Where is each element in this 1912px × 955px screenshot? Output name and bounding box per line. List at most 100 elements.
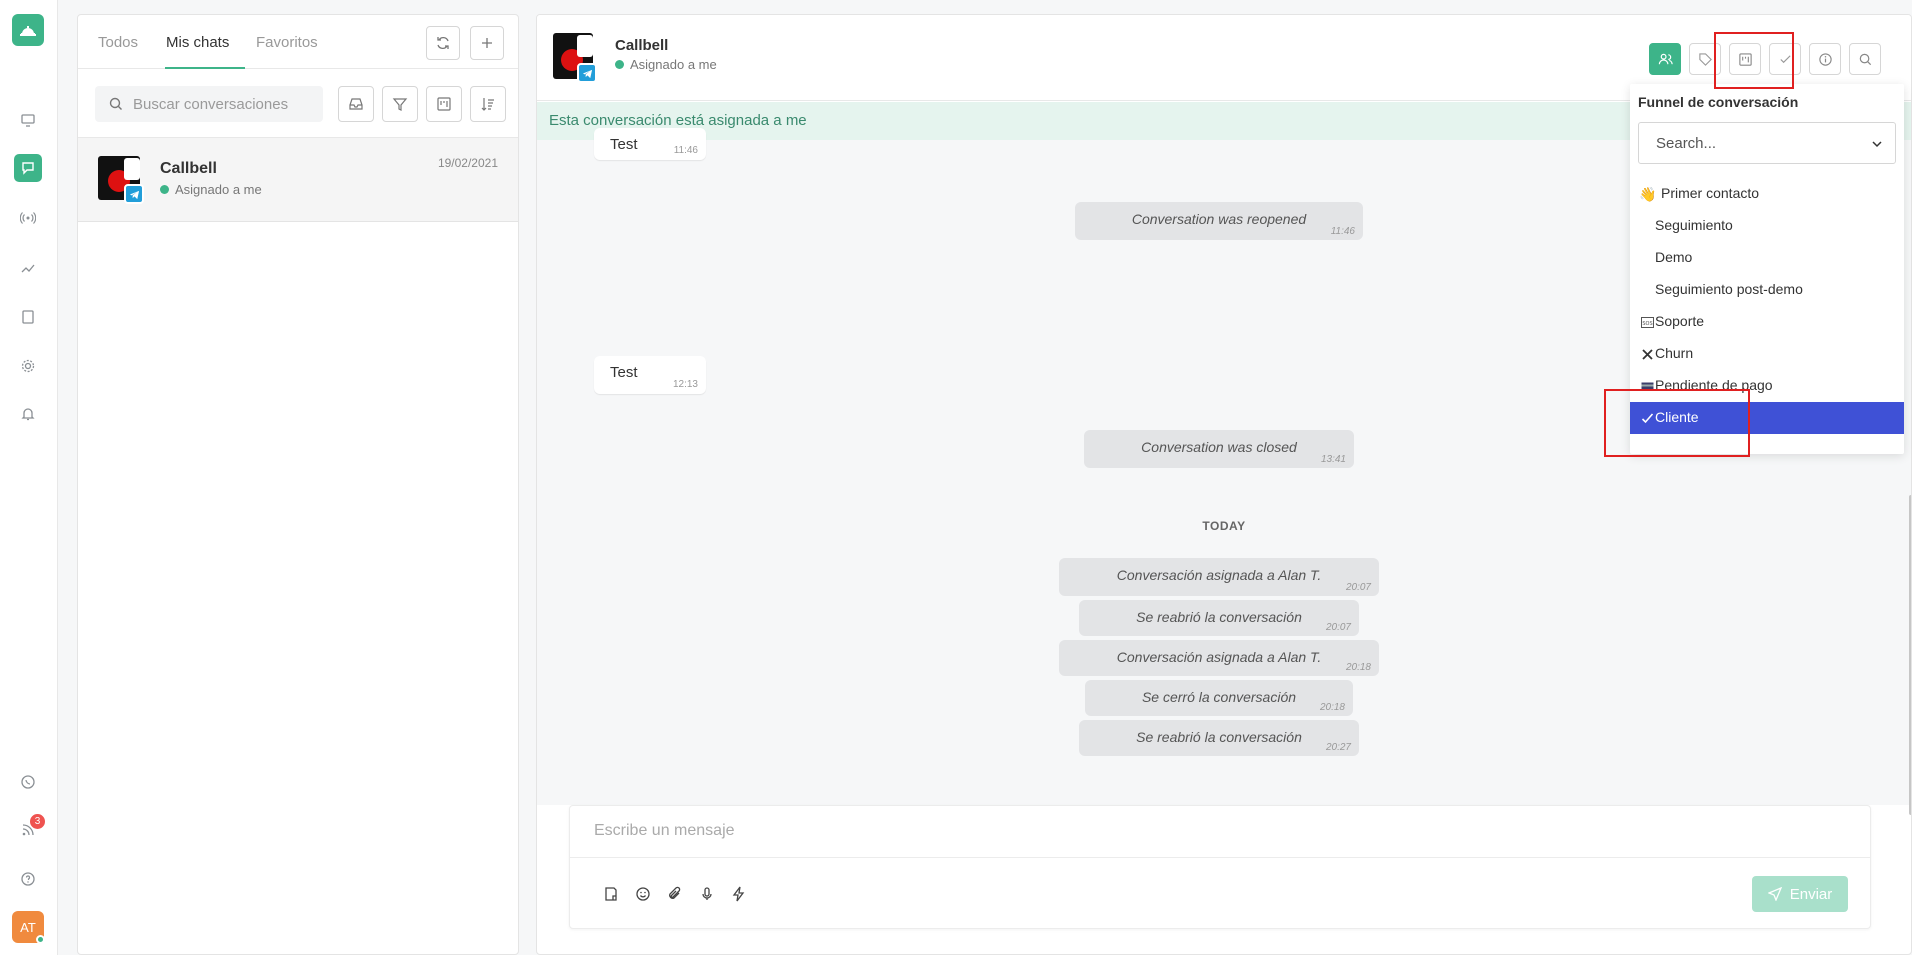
inbox-filter-button[interactable]: [338, 86, 374, 122]
funnel-item-label: Pendiente de pago: [1655, 377, 1773, 393]
nav-whatsapp-icon[interactable]: [14, 768, 42, 796]
system-message-text: Conversation was closed: [1141, 439, 1297, 455]
message-time: 11:46: [673, 145, 698, 156]
svg-text:SOS: SOS: [1642, 321, 1652, 327]
incoming-message: Test 11:46: [594, 128, 706, 160]
chat-tabs: Todos Mis chats Favoritos: [78, 15, 518, 69]
refresh-icon: [437, 36, 449, 50]
funnel-search-placeholder: Search...: [1656, 135, 1717, 152]
system-message: Se reabrió la conversación 20:07: [1079, 600, 1359, 636]
info-icon: [1818, 52, 1832, 66]
note-icon[interactable]: [602, 885, 620, 903]
nav-chats-icon[interactable]: [14, 154, 42, 182]
chat-list-panel: Todos Mis chats Favoritos Callbell: [77, 14, 519, 955]
funnel-item-soporte[interactable]: SOS Soporte: [1630, 306, 1904, 338]
telegram-icon: [124, 184, 144, 204]
info-button[interactable]: [1809, 43, 1841, 75]
nav-settings-icon[interactable]: [14, 352, 42, 380]
nav-book-icon[interactable]: [14, 303, 42, 331]
tab-favoritos[interactable]: Favoritos: [256, 34, 318, 51]
header-avatar: [553, 33, 603, 83]
header-status: Asignado a me: [615, 57, 717, 72]
funnel-filter-button[interactable]: [426, 86, 462, 122]
system-message-text: Se cerró la conversación: [1141, 689, 1297, 705]
app-logo[interactable]: [12, 14, 44, 46]
system-message-text: Conversation was reopened: [1131, 211, 1307, 227]
check-icon: [1640, 411, 1654, 425]
nav-broadcast-icon[interactable]: [14, 204, 42, 232]
filter-icon: [392, 98, 408, 111]
funnel-button[interactable]: [1729, 43, 1761, 75]
tab-mis-chats[interactable]: Mis chats: [166, 34, 229, 51]
funnel-item-churn[interactable]: Churn: [1630, 338, 1904, 370]
system-message-text: Conversación asignada a Alan T.: [1116, 649, 1322, 665]
chevron-down-icon: [1872, 141, 1882, 148]
status-dot: [615, 60, 624, 69]
lightning-icon[interactable]: [730, 885, 748, 903]
nav-rail: 3 AT: [0, 0, 58, 955]
send-button[interactable]: Enviar: [1752, 876, 1848, 912]
message-input[interactable]: Escribe un mensaje: [570, 806, 1870, 858]
status-dot: [160, 185, 169, 194]
inbox-icon: [349, 98, 363, 110]
funnel-item-seguimiento[interactable]: Seguimiento: [1630, 210, 1904, 242]
conversation-status-text: Asignado a me: [175, 182, 262, 197]
telegram-icon: [577, 63, 597, 83]
message-time: 12:13: [672, 379, 698, 390]
emoji-icon[interactable]: [634, 885, 652, 903]
resolve-button[interactable]: [1769, 43, 1801, 75]
funnel-item-primer-contacto[interactable]: 👋 Primer contacto: [1630, 178, 1904, 210]
check-circle-icon: [1779, 54, 1791, 63]
kanban-icon: [437, 97, 451, 111]
x-icon: [1640, 347, 1654, 361]
nav-bell-icon[interactable]: [14, 400, 42, 428]
funnel-item-cliente[interactable]: Cliente: [1630, 402, 1904, 434]
funnel-title: Funnel de conversación: [1638, 94, 1799, 110]
nav-dashboard-icon[interactable]: [14, 106, 42, 134]
refresh-button[interactable]: [426, 26, 460, 60]
attachment-icon[interactable]: [666, 885, 684, 903]
message-time: 20:07: [1345, 582, 1371, 593]
tab-todos[interactable]: Todos: [98, 34, 138, 51]
funnel-dropdown: Funnel de conversación Search... 👋 Prime…: [1630, 84, 1904, 454]
date-separator: TODAY: [1202, 519, 1246, 533]
search-conversations: [95, 86, 323, 122]
active-tab-indicator: [165, 67, 245, 69]
funnel-item-seguimiento-post-demo[interactable]: Seguimiento post-demo: [1630, 274, 1904, 306]
nav-analytics-icon[interactable]: [14, 254, 42, 282]
conversation-name: Callbell: [160, 160, 217, 177]
system-message: Se reabrió la conversación 20:27: [1079, 720, 1359, 756]
notification-badge: 3: [30, 814, 45, 829]
search-icon: [109, 97, 122, 110]
funnel-item-demo[interactable]: Demo: [1630, 242, 1904, 274]
funnel-item-label: Demo: [1655, 249, 1693, 265]
message-time: 20:27: [1325, 742, 1351, 753]
header-status-text: Asignado a me: [630, 57, 717, 72]
nav-help-icon[interactable]: [14, 865, 42, 893]
search-icon: [1859, 53, 1871, 65]
search-input[interactable]: [133, 86, 318, 122]
message-composer: Escribe un mensaje Enviar: [569, 805, 1871, 929]
tag-icon: [1698, 52, 1712, 66]
users-icon: [1658, 53, 1673, 64]
message-text: Test: [610, 136, 638, 153]
message-time: 20:18: [1319, 702, 1345, 713]
funnel-search-select[interactable]: Search...: [1638, 122, 1896, 164]
sort-icon: [481, 98, 494, 111]
assign-agent-button[interactable]: [1649, 43, 1681, 75]
plus-icon: [482, 38, 492, 48]
search-messages-button[interactable]: [1849, 43, 1881, 75]
system-message: Conversación asignada a Alan T. 20:18: [1059, 640, 1379, 676]
system-message: Conversación asignada a Alan T. 20:07: [1059, 558, 1379, 596]
sort-button[interactable]: [470, 86, 506, 122]
online-status-dot: [36, 935, 45, 944]
conversation-item[interactable]: Callbell Asignado a me 19/02/2021: [78, 138, 518, 222]
new-chat-button[interactable]: [470, 26, 504, 60]
funnel-item-pendiente-de-pago[interactable]: Pendiente de pago: [1630, 370, 1904, 402]
header-contact-name: Callbell: [615, 37, 669, 54]
system-message-text: Se reabrió la conversación: [1136, 729, 1302, 745]
filter-button[interactable]: [382, 86, 418, 122]
microphone-icon[interactable]: [698, 885, 716, 903]
tags-button[interactable]: [1689, 43, 1721, 75]
funnel-item-label: Cliente: [1655, 409, 1699, 425]
